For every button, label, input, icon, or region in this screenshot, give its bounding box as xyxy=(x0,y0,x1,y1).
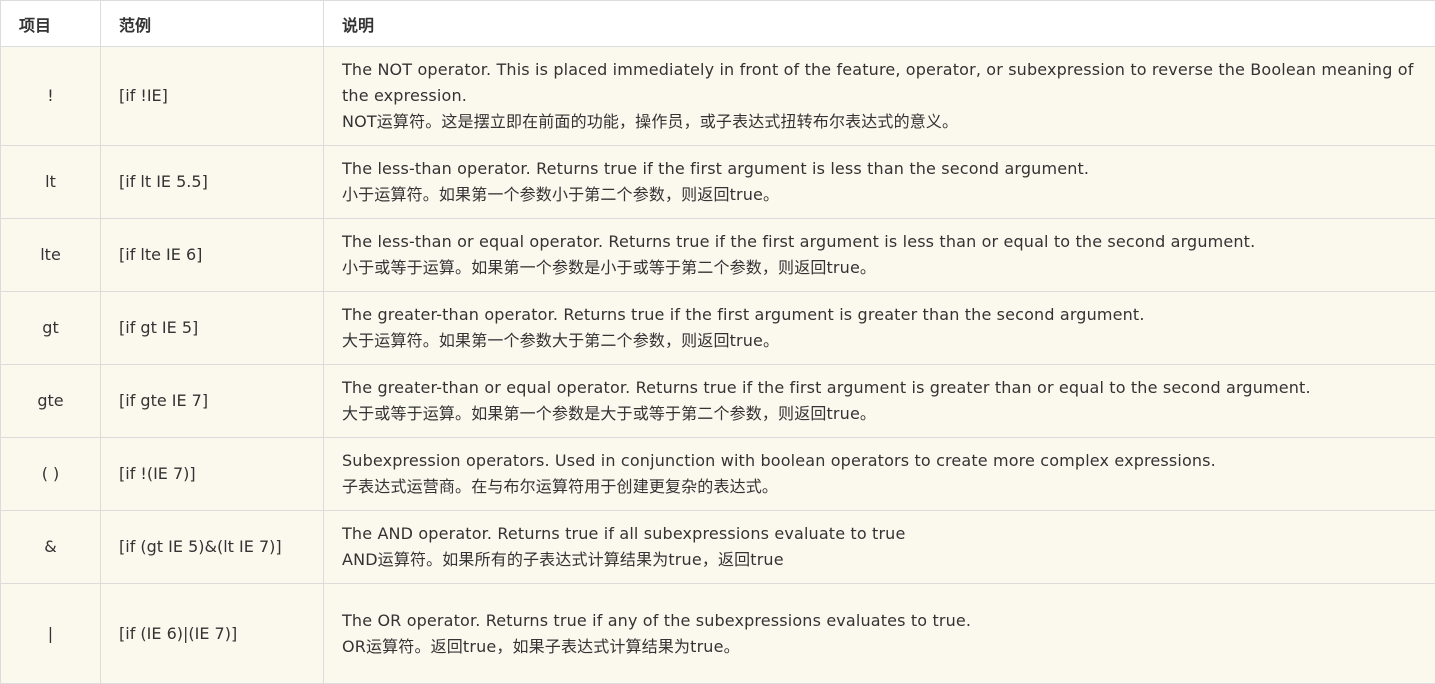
description-cell: Subexpression operators. Used in conjunc… xyxy=(324,438,1435,511)
table-row: lt [if lt IE 5.5] The less-than operator… xyxy=(1,146,1435,219)
description-cell: The AND operator. Returns true if all su… xyxy=(324,511,1435,584)
table-header: 项目 范例 说明 xyxy=(1,1,1435,47)
example-cell: [if gt IE 5] xyxy=(101,292,324,365)
table-row: ( ) [if !(IE 7)] Subexpression operators… xyxy=(1,438,1435,511)
description-chinese: OR运算符。返回true，如果子表达式计算结果为true。 xyxy=(342,634,1425,660)
conditional-comment-operators-table: 项目 范例 说明 ! [if !IE] The NOT operator. Th… xyxy=(0,0,1435,684)
description-english: The greater-than or equal operator. Retu… xyxy=(342,375,1425,401)
table-row: & [if (gt IE 5)&(lt IE 7)] The AND opera… xyxy=(1,511,1435,584)
description-english: The less-than operator. Returns true if … xyxy=(342,156,1425,182)
example-cell: [if gte IE 7] xyxy=(101,365,324,438)
table-row: gt [if gt IE 5] The greater-than operato… xyxy=(1,292,1435,365)
example-cell: [if !(IE 7)] xyxy=(101,438,324,511)
description-chinese: NOT运算符。这是摆立即在前面的功能，操作员，或子表达式扭转布尔表达式的意义。 xyxy=(342,109,1425,135)
description-english: The NOT operator. This is placed immedia… xyxy=(342,57,1425,109)
description-cell: The less-than or equal operator. Returns… xyxy=(324,219,1435,292)
description-cell: The greater-than or equal operator. Retu… xyxy=(324,365,1435,438)
example-cell: [if lte IE 6] xyxy=(101,219,324,292)
operator-cell: lte xyxy=(1,219,101,292)
description-english: Subexpression operators. Used in conjunc… xyxy=(342,448,1425,474)
example-cell: [if (IE 6)|(IE 7)] xyxy=(101,584,324,684)
operator-cell: | xyxy=(1,584,101,684)
description-cell: The greater-than operator. Returns true … xyxy=(324,292,1435,365)
description-cell: The NOT operator. This is placed immedia… xyxy=(324,47,1435,146)
description-chinese: AND运算符。如果所有的子表达式计算结果为true，返回true xyxy=(342,547,1425,573)
description-english: The less-than or equal operator. Returns… xyxy=(342,229,1425,255)
description-english: The greater-than operator. Returns true … xyxy=(342,302,1425,328)
operator-cell: gt xyxy=(1,292,101,365)
description-chinese: 小于或等于运算。如果第一个参数是小于或等于第二个参数，则返回true。 xyxy=(342,255,1425,281)
header-description: 说明 xyxy=(324,1,1435,47)
description-chinese: 大于运算符。如果第一个参数大于第二个参数，则返回true。 xyxy=(342,328,1425,354)
operator-cell: & xyxy=(1,511,101,584)
header-example: 范例 xyxy=(101,1,324,47)
header-item: 项目 xyxy=(1,1,101,47)
operator-cell: ( ) xyxy=(1,438,101,511)
table-row: lte [if lte IE 6] The less-than or equal… xyxy=(1,219,1435,292)
description-chinese: 小于运算符。如果第一个参数小于第二个参数，则返回true。 xyxy=(342,182,1425,208)
table-row: gte [if gte IE 7] The greater-than or eq… xyxy=(1,365,1435,438)
example-cell: [if lt IE 5.5] xyxy=(101,146,324,219)
operator-cell: gte xyxy=(1,365,101,438)
table-row: | [if (IE 6)|(IE 7)] The OR operator. Re… xyxy=(1,584,1435,684)
header-row: 项目 范例 说明 xyxy=(1,1,1435,47)
table-row: ! [if !IE] The NOT operator. This is pla… xyxy=(1,47,1435,146)
example-cell: [if (gt IE 5)&(lt IE 7)] xyxy=(101,511,324,584)
description-cell: The OR operator. Returns true if any of … xyxy=(324,584,1435,684)
table-body: ! [if !IE] The NOT operator. This is pla… xyxy=(1,47,1435,684)
example-cell: [if !IE] xyxy=(101,47,324,146)
description-english: The AND operator. Returns true if all su… xyxy=(342,521,1425,547)
description-cell: The less-than operator. Returns true if … xyxy=(324,146,1435,219)
description-chinese: 大于或等于运算。如果第一个参数是大于或等于第二个参数，则返回true。 xyxy=(342,401,1425,427)
description-english: The OR operator. Returns true if any of … xyxy=(342,608,1425,634)
description-chinese: 子表达式运营商。在与布尔运算符用于创建更复杂的表达式。 xyxy=(342,474,1425,500)
operator-cell: ! xyxy=(1,47,101,146)
operator-cell: lt xyxy=(1,146,101,219)
